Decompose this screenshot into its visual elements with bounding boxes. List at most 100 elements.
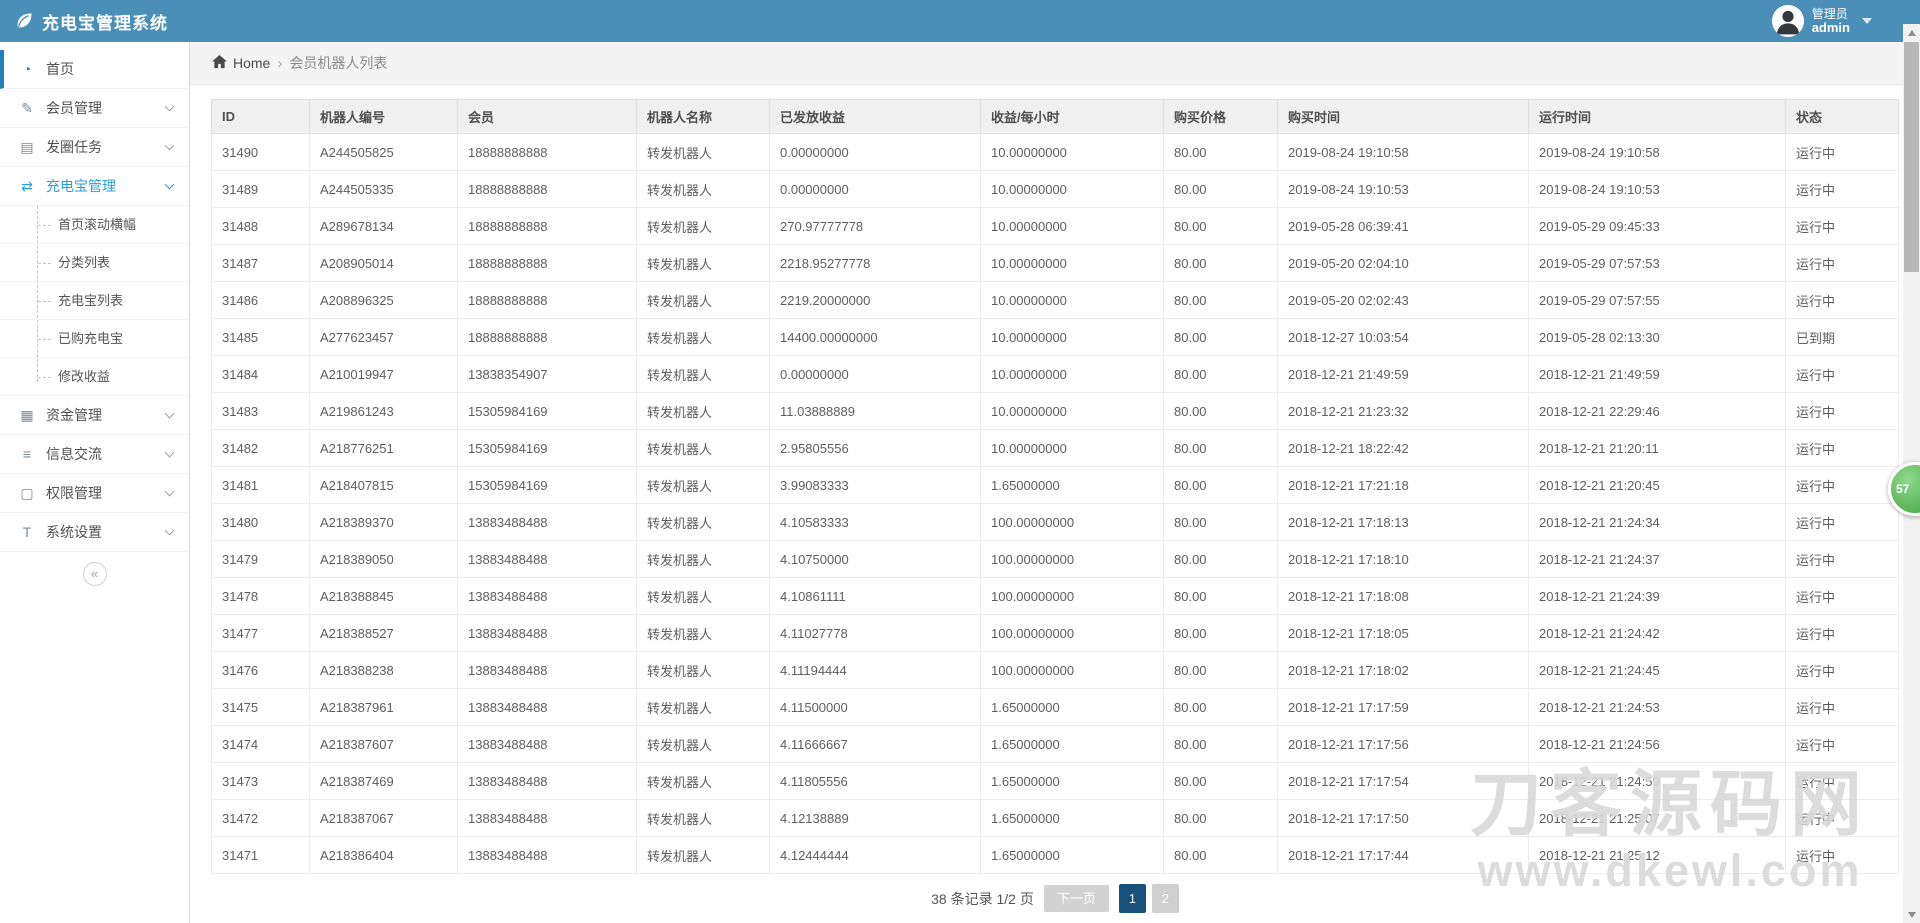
table-cell: 2018-12-21 21:49:59: [1528, 355, 1786, 393]
table-cell: 31483: [211, 392, 310, 430]
table-row: 31475 A218387961 13883488488 转发机器人 4.1150000…: [211, 688, 1899, 726]
table-row: 31471 A218386404 13883488488 转发机器人 4.1244444…: [211, 836, 1899, 874]
table-cell: 10.00000000: [980, 429, 1164, 467]
table-header-cell: 购买时间: [1277, 99, 1529, 134]
table-cell: 2019-08-24 19:10:58: [1528, 133, 1786, 171]
sidebar-subitem-category-list[interactable]: 分类列表: [0, 244, 189, 282]
table-cell: 80.00: [1163, 207, 1278, 245]
chevron-down-icon: [164, 101, 175, 112]
page-button[interactable]: 1: [1118, 884, 1146, 913]
sidebar-item-label: 信息交流: [46, 446, 102, 462]
sidebar-item-label: 首页: [46, 61, 74, 77]
table-cell: 80.00: [1163, 725, 1278, 763]
home-icon: [212, 54, 227, 72]
chevron-down-icon: [164, 179, 175, 190]
table-cell: 10.00000000: [980, 244, 1164, 282]
table-cell: 2018-12-21 17:18:02: [1277, 651, 1529, 689]
table-cell: 80.00: [1163, 762, 1278, 800]
table-cell: 10.00000000: [980, 207, 1164, 245]
sidebar-item-permission-management[interactable]: ▢ 权限管理: [0, 474, 189, 513]
sidebar-item-home[interactable]: ◔ 首页: [0, 50, 189, 89]
dashboard-icon: ◔: [22, 61, 32, 77]
table-row: 31484 A210019947 13838354907 转发机器人 0.0000000…: [211, 355, 1899, 393]
table-cell: 4.11500000: [769, 688, 981, 726]
table-cell: 2018-12-21 21:24:42: [1528, 614, 1786, 652]
table-cell: 2019-05-29 07:57:55: [1528, 281, 1786, 319]
table-cell: 15305984169: [457, 392, 637, 430]
table-row: 31472 A218387067 13883488488 转发机器人 4.1213888…: [211, 799, 1899, 837]
table-header-cell: 状态: [1785, 99, 1899, 134]
table-cell: 100.00000000: [980, 614, 1164, 652]
table-cell: 80.00: [1163, 355, 1278, 393]
sidebar-item-post-tasks[interactable]: ▤ 发圈任务: [0, 128, 189, 167]
table-cell: 13883488488: [457, 762, 637, 800]
table-cell: 80.00: [1163, 688, 1278, 726]
table-cell: 转发机器人: [636, 207, 770, 245]
page-button[interactable]: 2: [1151, 884, 1179, 913]
user-role: 管理员: [1811, 7, 1848, 21]
table-cell: A277623457: [309, 318, 458, 356]
table-cell: 2018-12-21 17:21:18: [1277, 466, 1529, 504]
table-cell: 31479: [211, 540, 310, 578]
table-row: 31480 A218389370 13883488488 转发机器人 4.1058333…: [211, 503, 1899, 541]
sidebar-item-funds-management[interactable]: ▦ 资金管理: [0, 396, 189, 435]
table-cell: 31472: [211, 799, 310, 837]
table-cell: 13883488488: [457, 651, 637, 689]
book-icon: ▤: [20, 138, 34, 155]
table-cell: 2018-12-21 22:29:46: [1528, 392, 1786, 430]
table-cell: A218388527: [309, 614, 458, 652]
user-menu[interactable]: 管理员 admin: [1771, 0, 1872, 42]
breadcrumb-separator: ›: [277, 54, 283, 72]
table-cell: A218387469: [309, 762, 458, 800]
sidebar-item-member-management[interactable]: ✎ 会员管理: [0, 89, 189, 128]
sidebar-item-system-settings[interactable]: T 系统设置: [0, 513, 189, 552]
sidebar-subitem-powerbank-list[interactable]: 充电宝列表: [0, 282, 189, 320]
breadcrumb-home[interactable]: Home: [212, 54, 270, 72]
scroll-up-arrow[interactable]: [1903, 24, 1920, 41]
table-cell: 转发机器人: [636, 577, 770, 615]
table-cell: 转发机器人: [636, 614, 770, 652]
next-page-button[interactable]: 下一页: [1043, 885, 1109, 912]
sidebar-subitem-modify-profit[interactable]: 修改收益: [0, 358, 189, 396]
app-logo: 充电宝管理系统: [14, 9, 168, 34]
table-cell: 80.00: [1163, 577, 1278, 615]
table-cell: 18888888888: [457, 207, 637, 245]
main-area: Home › 会员机器人列表 ID 机器人编号 会员 机器人名称 已发放收益 收益/每小时…: [190, 42, 1920, 923]
calendar-icon: ▦: [20, 406, 34, 423]
table-cell: 转发机器人: [636, 392, 770, 430]
shuffle-icon: ⇄: [21, 177, 33, 194]
table-cell: 已到期: [1785, 318, 1899, 356]
table-cell: 运行中: [1785, 688, 1899, 726]
table-cell: 13883488488: [457, 688, 637, 726]
table-cell: 2018-12-21 21:49:59: [1277, 355, 1529, 393]
table-cell: 13883488488: [457, 725, 637, 763]
sidebar-item-label: 会员管理: [46, 100, 102, 116]
edit-icon: ✎: [21, 99, 33, 116]
table-cell: 18888888888: [457, 170, 637, 208]
table-cell: 2018-12-21 21:24:37: [1528, 540, 1786, 578]
table-cell: 31489: [211, 170, 310, 208]
sidebar-subitem-home-banner[interactable]: 首页滚动横幅: [0, 206, 189, 244]
table-cell: 80.00: [1163, 392, 1278, 430]
sidebar-item-powerbank-management[interactable]: ⇄ 充电宝管理: [0, 167, 189, 206]
table-cell: 2018-12-21 21:25:07: [1528, 799, 1786, 837]
table-cell: 运行中: [1785, 429, 1899, 467]
table-cell: 2.95805556: [769, 429, 981, 467]
table-cell: 转发机器人: [636, 540, 770, 578]
table-cell: 4.11666667: [769, 725, 981, 763]
sidebar-collapse-button[interactable]: «: [82, 562, 107, 586]
content: ID 机器人编号 会员 机器人名称 已发放收益 收益/每小时 购买价格 购买时间 运行时间 状态 …: [190, 85, 1920, 923]
table-cell: 运行中: [1785, 725, 1899, 763]
table-cell: 转发机器人: [636, 355, 770, 393]
sidebar-subitem-purchased-powerbank[interactable]: 已购充电宝: [0, 320, 189, 358]
table-cell: 18888888888: [457, 244, 637, 282]
table-cell: 运行中: [1785, 207, 1899, 245]
table-cell: 运行中: [1785, 281, 1899, 319]
page-buttons: 12: [1118, 884, 1179, 913]
table-cell: 2018-12-21 21:24:53: [1528, 688, 1786, 726]
sidebar-item-message-exchange[interactable]: ≡ 信息交流: [0, 435, 189, 474]
table-cell: A244505825: [309, 133, 458, 171]
scroll-thumb[interactable]: [1904, 42, 1919, 272]
scroll-down-arrow[interactable]: [1903, 906, 1920, 923]
table-cell: 2018-12-21 21:20:11: [1528, 429, 1786, 467]
